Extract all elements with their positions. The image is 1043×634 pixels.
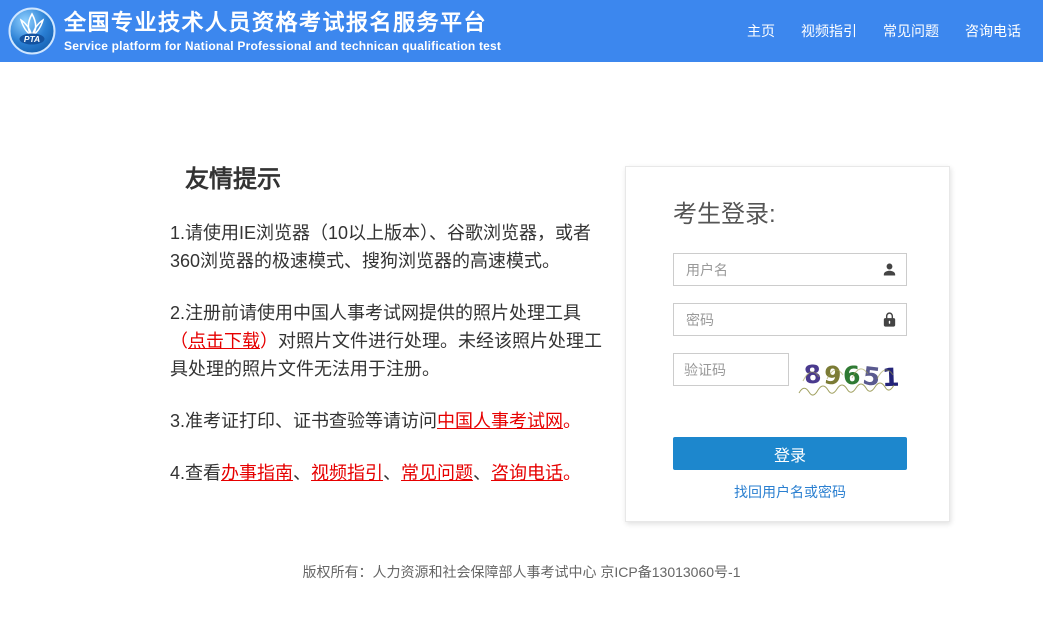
- lock-icon: [881, 311, 898, 328]
- svg-text:PTA: PTA: [24, 34, 40, 44]
- header-titles: 全国专业技术人员资格考试报名服务平台 Service platform for …: [64, 9, 501, 54]
- site-title: 全国专业技术人员资格考试报名服务平台: [64, 9, 501, 37]
- user-icon: [881, 261, 898, 278]
- tips-section: 友情提示 1.请使用IE浏览器（10以上版本）、谷歌浏览器，或者360浏览器的极…: [170, 166, 605, 487]
- header: PTA 全国专业技术人员资格考试报名服务平台 Service platform …: [0, 0, 1043, 62]
- forgot-credentials-link[interactable]: 找回用户名或密码: [673, 482, 907, 502]
- nav-link-video-guide[interactable]: 视频指引: [801, 21, 857, 41]
- tip-item: 4.查看办事指南、视频指引、常见问题、咨询电话。: [170, 459, 605, 487]
- login-panel: 考生登录: 89651 登录: [625, 166, 950, 522]
- tip-link-phone[interactable]: 咨询电话: [491, 463, 563, 483]
- username-input[interactable]: [673, 253, 907, 286]
- tips-list: 1.请使用IE浏览器（10以上版本）、谷歌浏览器，或者360浏览器的极速模式、搜…: [170, 219, 605, 487]
- captcha-digit: 1: [882, 365, 900, 391]
- tip-text: 。: [563, 463, 581, 483]
- tip-text: 2.注册前请使用中国人事考试网提供的照片处理工具: [170, 303, 581, 323]
- username-field-wrap: [673, 253, 907, 286]
- tip-link-download-tool[interactable]: 点击下载: [188, 331, 260, 351]
- tip-link-faq[interactable]: 常见问题: [401, 463, 473, 483]
- captcha-field-wrap: [673, 353, 789, 386]
- main-content: 友情提示 1.请使用IE浏览器（10以上版本）、谷歌浏览器，或者360浏览器的极…: [170, 166, 950, 522]
- tip-text: 4.查看: [170, 463, 221, 483]
- footer-copyright: 版权所有：人力资源和社会保障部人事考试中心 京ICP备13013060号-1: [0, 562, 1043, 627]
- login-title: 考生登录:: [673, 194, 907, 229]
- tip-item: 2.注册前请使用中国人事考试网提供的照片处理工具（点击下载）对照片文件进行处理。…: [170, 299, 605, 383]
- captcha-row: 89651: [673, 353, 907, 397]
- captcha-digits: 89651: [803, 362, 900, 388]
- captcha-digit: 6: [843, 363, 862, 389]
- password-field-wrap: [673, 303, 907, 336]
- nav-link-home[interactable]: 主页: [747, 21, 775, 41]
- captcha-input[interactable]: [673, 353, 789, 386]
- password-input[interactable]: [673, 303, 907, 336]
- tip-text: （: [170, 331, 188, 351]
- captcha-image[interactable]: 89651: [797, 353, 907, 397]
- tip-text: 、: [293, 463, 311, 483]
- login-button[interactable]: 登录: [673, 437, 907, 470]
- tip-link-guide[interactable]: 办事指南: [221, 463, 293, 483]
- site-subtitle: Service platform for National Profession…: [64, 39, 501, 53]
- tip-item: 3.准考证打印、证书查验等请访问中国人事考试网。: [170, 407, 605, 435]
- tip-link-video-guide[interactable]: 视频指引: [311, 463, 383, 483]
- captcha-digit: 9: [823, 362, 843, 388]
- tip-text: ）: [260, 331, 278, 351]
- header-nav: 主页 视频指引 常见问题 咨询电话: [747, 21, 1021, 41]
- tip-text: 。: [563, 411, 581, 431]
- tip-text: 1.请使用IE浏览器（10以上版本）、谷歌浏览器，或者360浏览器的极速模式、搜…: [170, 223, 591, 271]
- nav-link-phone[interactable]: 咨询电话: [965, 21, 1021, 41]
- pta-logo-icon: PTA: [8, 7, 56, 55]
- captcha-digit: 5: [861, 363, 881, 390]
- tip-text: 、: [473, 463, 491, 483]
- tip-text: 3.准考证打印、证书查验等请访问: [170, 411, 437, 431]
- captcha-digit: 8: [803, 361, 823, 387]
- tips-title: 友情提示: [185, 166, 605, 195]
- tip-link-cpta-site[interactable]: 中国人事考试网: [437, 411, 563, 431]
- tip-item: 1.请使用IE浏览器（10以上版本）、谷歌浏览器，或者360浏览器的极速模式、搜…: [170, 219, 605, 275]
- tip-text: 、: [383, 463, 401, 483]
- nav-link-faq[interactable]: 常见问题: [883, 21, 939, 41]
